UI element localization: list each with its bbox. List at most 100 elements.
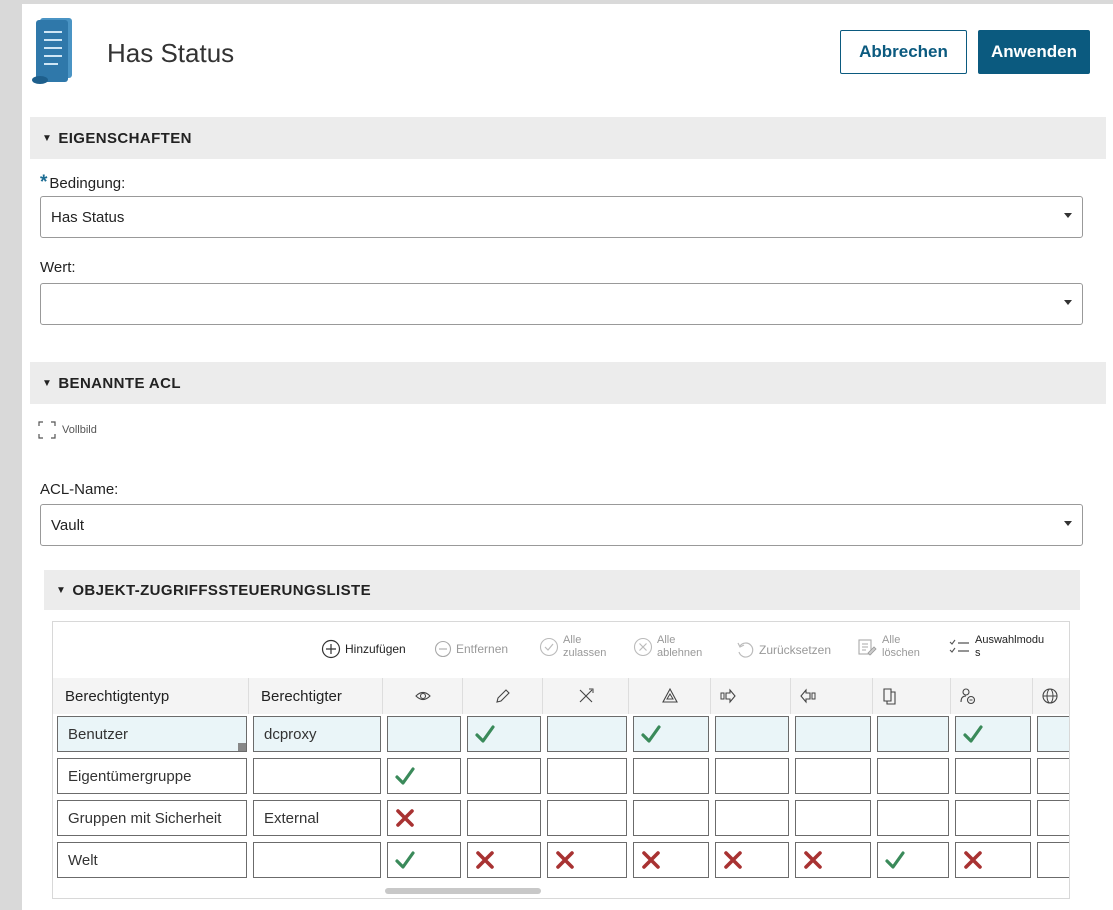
- permission-cell-eye[interactable]: [387, 716, 461, 752]
- permission-cell-tools[interactable]: [547, 842, 627, 878]
- column-header-move-in[interactable]: [791, 678, 873, 714]
- section-named-acl-header[interactable]: ▼ BENANNTE ACL: [30, 362, 1106, 404]
- permission-cell-move-out[interactable]: [715, 758, 789, 794]
- permission-cell-globe[interactable]: [1037, 800, 1069, 836]
- permission-cell-warning[interactable]: [633, 716, 709, 752]
- column-header-grantee[interactable]: Berechtigter: [249, 678, 383, 714]
- resize-handle[interactable]: [238, 743, 246, 751]
- column-header-eye[interactable]: [383, 678, 463, 714]
- allow-check-icon: [641, 725, 661, 743]
- permission-cell-tools[interactable]: [547, 758, 627, 794]
- permission-cell-copy[interactable]: [877, 800, 949, 836]
- permission-cell-pencil[interactable]: [467, 758, 541, 794]
- deny-x-icon: [964, 851, 982, 869]
- allow-check-icon: [963, 725, 983, 743]
- apply-button[interactable]: Anwenden: [978, 30, 1090, 74]
- tools-icon: [579, 688, 593, 703]
- column-header-globe[interactable]: [1033, 678, 1069, 714]
- table-cell-grantee[interactable]: [253, 758, 381, 794]
- table-cell-grantee-type[interactable]: Benutzer: [57, 716, 247, 752]
- column-header-warning[interactable]: [629, 678, 711, 714]
- deny-x-icon: [396, 809, 414, 827]
- selection-mode-button[interactable]: Auswahlmodu s: [949, 634, 1044, 660]
- column-header-tools[interactable]: [543, 678, 629, 714]
- permission-cell-owner-change[interactable]: [955, 800, 1031, 836]
- section-object-acl-header[interactable]: ▼ OBJEKT-ZUGRIFFSSTEUERUNGSLISTE: [44, 570, 1080, 610]
- column-header-copy[interactable]: [873, 678, 951, 714]
- value-select[interactable]: [40, 283, 1083, 325]
- permission-cell-pencil[interactable]: [467, 842, 541, 878]
- permission-cell-globe[interactable]: [1037, 716, 1069, 752]
- permission-cell-owner-change[interactable]: [955, 716, 1031, 752]
- page-title: Has Status: [107, 38, 235, 68]
- table-cell-grantee[interactable]: [253, 842, 381, 878]
- table-cell-grantee[interactable]: External: [253, 800, 381, 836]
- chevron-down-icon: [1064, 213, 1072, 218]
- permission-cell-move-out[interactable]: [715, 800, 789, 836]
- section-named-acl-title: BENANNTE ACL: [58, 374, 181, 392]
- column-header-pencil[interactable]: [463, 678, 543, 714]
- table-cell-grantee-type[interactable]: Eigentümergruppe: [57, 758, 247, 794]
- permission-cell-pencil[interactable]: [467, 800, 541, 836]
- permission-cell-copy[interactable]: [877, 716, 949, 752]
- permission-cell-tools[interactable]: [547, 800, 627, 836]
- permission-cell-globe[interactable]: [1037, 842, 1069, 878]
- clear-all-button[interactable]: Alle löschen: [856, 634, 920, 660]
- permission-cell-warning[interactable]: [633, 758, 709, 794]
- required-asterisk-icon: *: [40, 172, 48, 193]
- acl-toolbar: Hinzufügen Entfernen Alle zulassen Alle ab…: [53, 622, 1069, 674]
- dialog-header: Has Status Abbrechen Anwenden: [30, 14, 1106, 90]
- permission-cell-owner-change[interactable]: [955, 758, 1031, 794]
- permission-cell-move-in[interactable]: [795, 758, 871, 794]
- grantee-type-text: Gruppen mit Sicherheit: [68, 809, 222, 827]
- deny-all-button[interactable]: Alle ablehnen: [633, 634, 702, 660]
- checklist-icon: [949, 639, 969, 653]
- horizontal-scrollbar[interactable]: [385, 888, 541, 894]
- condition-label: * Bedingung:: [40, 172, 126, 193]
- acl-name-label: ACL-Name:: [40, 481, 119, 498]
- left-gutter: [0, 0, 22, 910]
- permission-cell-move-in[interactable]: [795, 842, 871, 878]
- copy-icon: [883, 688, 896, 705]
- permission-cell-move-in[interactable]: [795, 716, 871, 752]
- table-cell-grantee-type[interactable]: Gruppen mit Sicherheit: [57, 800, 247, 836]
- move-out-icon: [720, 688, 736, 704]
- section-properties-header[interactable]: ▼ EIGENSCHAFTEN: [30, 117, 1106, 159]
- cancel-button[interactable]: Abbrechen: [840, 30, 967, 74]
- reset-button[interactable]: Zurücksetzen: [735, 640, 831, 660]
- table-cell-grantee-type[interactable]: Welt: [57, 842, 247, 878]
- permission-cell-copy[interactable]: [877, 842, 949, 878]
- permission-cell-owner-change[interactable]: [955, 842, 1031, 878]
- chevron-down-icon: [1064, 521, 1072, 526]
- add-button[interactable]: Hinzufügen: [321, 639, 406, 659]
- collapse-triangle-icon: ▼: [42, 132, 53, 144]
- permission-cell-eye[interactable]: [387, 842, 461, 878]
- acl-table-panel: Hinzufügen Entfernen Alle zulassen Alle ab…: [52, 621, 1070, 899]
- allow-all-button[interactable]: Alle zulassen: [539, 634, 606, 660]
- condition-select[interactable]: Has Status: [40, 196, 1083, 238]
- permission-cell-move-out[interactable]: [715, 716, 789, 752]
- permission-cell-eye[interactable]: [387, 758, 461, 794]
- permission-cell-move-in[interactable]: [795, 800, 871, 836]
- permission-cell-warning[interactable]: [633, 842, 709, 878]
- grantee-type-text: Benutzer: [68, 725, 129, 743]
- permission-cell-globe[interactable]: [1037, 758, 1069, 794]
- permission-cell-move-out[interactable]: [715, 842, 789, 878]
- permission-cell-pencil[interactable]: [467, 716, 541, 752]
- permission-cell-tools[interactable]: [547, 716, 627, 752]
- permission-cell-copy[interactable]: [877, 758, 949, 794]
- permission-cell-eye[interactable]: [387, 800, 461, 836]
- section-properties-title: EIGENSCHAFTEN: [58, 129, 192, 147]
- column-header-grantee-type[interactable]: Berechtigtentyp: [53, 678, 249, 714]
- deny-x-icon: [556, 851, 574, 869]
- remove-button[interactable]: Entfernen: [434, 640, 508, 658]
- column-header-owner-change[interactable]: [951, 678, 1033, 714]
- column-header-move-out[interactable]: [711, 678, 791, 714]
- table-cell-grantee[interactable]: dcproxy: [253, 716, 381, 752]
- eye-icon: [414, 691, 431, 701]
- fullscreen-button[interactable]: Vollbild: [38, 421, 97, 439]
- grantee-text: dcproxy: [264, 725, 317, 743]
- scroll-document-icon: [32, 18, 72, 84]
- permission-cell-warning[interactable]: [633, 800, 709, 836]
- acl-name-select[interactable]: Vault: [40, 504, 1083, 546]
